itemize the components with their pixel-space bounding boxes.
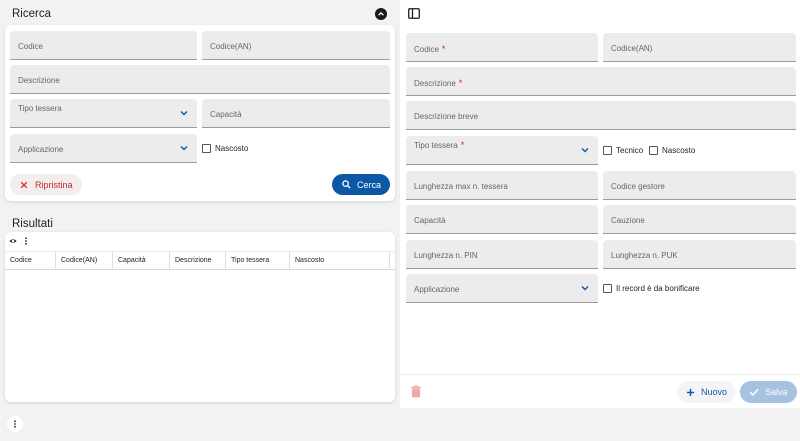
- reset-button[interactable]: Ripristina: [10, 174, 82, 195]
- new-button-label: Nuovo: [701, 387, 728, 397]
- results-section-title: Risultati: [12, 218, 53, 230]
- field-label-text: Descrizione: [414, 79, 456, 88]
- search-descrizione-field[interactable]: Descrizione: [10, 65, 390, 94]
- field-label: Codice(AN): [210, 42, 252, 51]
- field-label: Descrizione breve: [414, 112, 479, 121]
- search-section-title: Ricerca: [12, 8, 51, 20]
- field-label-text: Tipo tessera: [414, 141, 458, 150]
- chevron-down-icon: [180, 146, 188, 151]
- detail-codice-field[interactable]: Codice *: [406, 33, 598, 62]
- search-tipo-tessera-select[interactable]: Tipo tessera: [10, 99, 197, 128]
- chevron-down-icon: [180, 111, 188, 116]
- search-nascosto-checkbox[interactable]: Nascosto: [202, 144, 248, 153]
- checkbox-box[interactable]: [202, 144, 211, 153]
- check-icon: [749, 388, 759, 397]
- column-header-capacita[interactable]: Capacità: [113, 252, 170, 270]
- required-marker: *: [458, 78, 463, 88]
- column-header-codice[interactable]: Codice: [5, 252, 56, 270]
- save-button[interactable]: Salva: [740, 381, 797, 403]
- checkbox-label: Nascosto: [215, 144, 249, 153]
- bottom-menu-button[interactable]: [7, 416, 23, 432]
- detail-applicazione-select[interactable]: Applicazione: [406, 274, 598, 303]
- chevron-up-icon: [378, 11, 384, 16]
- detail-descrizione-breve-field[interactable]: Descrizione breve: [406, 101, 796, 130]
- search-codice-an-field[interactable]: Codice(AN): [202, 31, 390, 60]
- reset-button-label: Ripristina: [35, 179, 73, 190]
- detail-codice-gestore-field[interactable]: Codice gestore: [603, 171, 796, 200]
- detail-capacita-field[interactable]: Capacità: [406, 205, 598, 234]
- more-vert-icon[interactable]: [22, 237, 30, 245]
- detail-cauzione-field[interactable]: Cauzione: [603, 205, 796, 234]
- detail-codice-an-field[interactable]: Codice(AN): [603, 33, 796, 62]
- column-header-tipo-tessera[interactable]: Tipo tessera: [226, 252, 290, 270]
- field-label: Descrizione *: [414, 78, 462, 88]
- field-label: Capacità: [414, 216, 446, 225]
- trash-icon[interactable]: [410, 385, 422, 398]
- plus-icon: [686, 388, 695, 396]
- field-label: Codice *: [414, 44, 445, 54]
- search-codice-field[interactable]: Codice: [10, 31, 197, 60]
- field-label: Tipo tessera: [18, 104, 62, 113]
- detail-bonificare-checkbox[interactable]: Il record è da bonificare: [603, 284, 700, 293]
- more-vert-icon: [14, 420, 16, 428]
- field-label: Tipo tessera *: [414, 140, 464, 150]
- save-button-label: Salva: [765, 387, 788, 397]
- field-label: Codice: [18, 42, 43, 51]
- close-icon: [20, 181, 28, 188]
- checkbox-box[interactable]: [603, 146, 612, 155]
- required-marker: *: [441, 44, 446, 54]
- detail-nascosto-checkbox[interactable]: Nascosto: [649, 146, 695, 155]
- sidebar-panel-icon[interactable]: [408, 8, 420, 19]
- detail-footer-divider: [400, 374, 800, 375]
- field-label: Codice gestore: [611, 182, 665, 191]
- detail-tecnico-checkbox[interactable]: Tecnico: [603, 146, 643, 155]
- field-label: Lunghezza n. PUK: [611, 251, 678, 260]
- results-table-header: Codice Codice(AN) Capacità Descrizione T…: [5, 251, 395, 270]
- field-label: Applicazione: [18, 145, 64, 154]
- search-button[interactable]: Cerca: [332, 174, 390, 195]
- checkbox-box[interactable]: [649, 146, 658, 155]
- field-label-text: Codice: [414, 45, 439, 54]
- checkbox-box[interactable]: [603, 284, 612, 293]
- detail-lunghezza-puk-field[interactable]: Lunghezza n. PUK: [603, 240, 796, 269]
- field-label: Lunghezza max n. tessera: [414, 182, 508, 191]
- search-applicazione-select[interactable]: Applicazione: [10, 134, 197, 163]
- column-header-codice-an[interactable]: Codice(AN): [56, 252, 113, 270]
- detail-lunghezza-max-field[interactable]: Lunghezza max n. tessera: [406, 171, 598, 200]
- results-toolbar: [9, 237, 30, 245]
- column-header-descrizione[interactable]: Descrizione: [170, 252, 226, 270]
- detail-tipo-tessera-select[interactable]: Tipo tessera *: [406, 136, 598, 165]
- field-label: Lunghezza n. PIN: [414, 251, 478, 260]
- field-label: Applicazione: [414, 285, 460, 294]
- chevron-down-icon: [581, 148, 589, 153]
- new-button[interactable]: Nuovo: [677, 381, 735, 403]
- field-label: Cauzione: [611, 216, 645, 225]
- detail-lunghezza-pin-field[interactable]: Lunghezza n. PIN: [406, 240, 598, 269]
- eye-icon[interactable]: [9, 237, 17, 245]
- checkbox-label: Il record è da bonificare: [616, 284, 700, 293]
- search-icon: [342, 180, 351, 189]
- checkbox-label: Tecnico: [616, 146, 644, 155]
- column-header-nascosto[interactable]: Nascosto: [290, 252, 390, 270]
- collapse-search-button[interactable]: [375, 8, 387, 20]
- field-label: Descrizione: [18, 76, 60, 85]
- field-label: Capacità: [210, 110, 242, 119]
- required-marker: *: [460, 140, 465, 150]
- search-button-label: Cerca: [357, 179, 382, 190]
- search-capacita-field[interactable]: Capacità: [202, 99, 390, 128]
- checkbox-label: Nascosto: [662, 146, 696, 155]
- chevron-down-icon: [581, 286, 589, 291]
- search-panel: Ricerca Codice Codice(AN) Descrizione Ti…: [0, 0, 400, 441]
- field-label: Codice(AN): [611, 44, 653, 53]
- detail-descrizione-field[interactable]: Descrizione *: [406, 67, 796, 96]
